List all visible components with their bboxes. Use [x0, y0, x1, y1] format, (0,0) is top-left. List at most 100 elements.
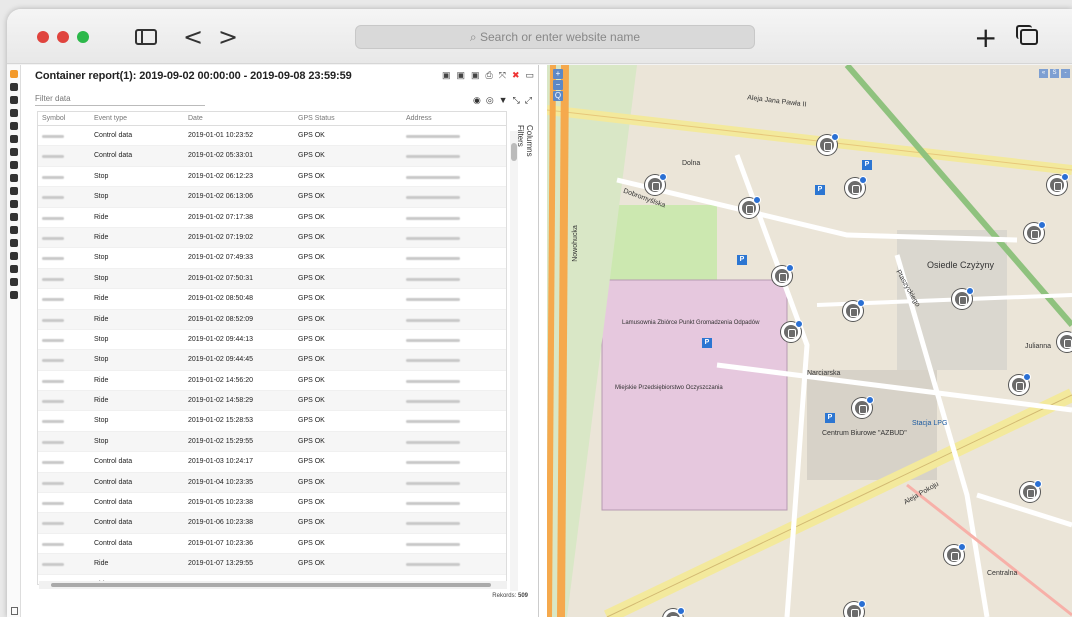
container-marker[interactable]: [952, 287, 974, 309]
layer-minus-button[interactable]: -: [1061, 69, 1070, 78]
zoom-out-button[interactable]: −: [553, 80, 563, 90]
table-horizontal-scrollbar[interactable]: [39, 581, 507, 589]
column-event-type[interactable]: Event type: [90, 112, 184, 125]
filters-tab[interactable]: Filters: [516, 125, 525, 157]
vehicles-icon[interactable]: [9, 83, 18, 91]
print-icon[interactable]: ⎙: [486, 70, 493, 81]
wrench-icon[interactable]: [9, 174, 18, 182]
back-button[interactable]: <: [183, 23, 203, 51]
container-marker[interactable]: [944, 543, 966, 565]
briefcase-icon[interactable]: [9, 135, 18, 143]
collapse-icon[interactable]: ⤡: [513, 95, 520, 106]
column-date[interactable]: Date: [184, 112, 294, 125]
document-icon[interactable]: [9, 109, 18, 117]
column-symbol[interactable]: Symbol: [38, 112, 90, 125]
container-marker[interactable]: [739, 196, 761, 218]
container-marker[interactable]: [1020, 480, 1042, 502]
new-tab-button[interactable]: +: [974, 21, 997, 54]
id-card-icon[interactable]: [9, 200, 18, 208]
expand-icon[interactable]: ⤢: [525, 95, 532, 106]
table-row[interactable]: x Ride 2019-01-02 07:19:02 GPS OK x: [38, 227, 506, 249]
zoom-in-button[interactable]: +: [553, 69, 563, 79]
date-cell: 2019-01-02 09:44:13: [188, 335, 253, 343]
fullscreen-icon[interactable]: ⤧: [499, 70, 506, 81]
table-row[interactable]: x Control data 2019-01-03 10:24:17 GPS OK x: [38, 452, 506, 473]
truck-icon[interactable]: [9, 122, 18, 130]
eye-off-icon[interactable]: ◎: [486, 95, 494, 106]
report-icon[interactable]: [11, 607, 18, 615]
table-row[interactable]: x Control data 2019-01-02 05:33:01 GPS OK x: [38, 146, 506, 167]
export-pdf-icon[interactable]: ▣: [471, 70, 480, 81]
table-row[interactable]: x Stop 2019-01-02 15:29:55 GPS OK x: [38, 431, 506, 453]
address-bar[interactable]: ⌕ Search or enter website name: [355, 25, 755, 49]
close-icon[interactable]: ✖: [512, 70, 520, 81]
event-type-cell: Control data: [94, 132, 133, 139]
sidebar-toggle-icon[interactable]: [135, 29, 157, 45]
table-row[interactable]: x Control data 2019-01-06 10:23:38 GPS OK x: [38, 513, 506, 534]
minimize-window-button[interactable]: [57, 31, 69, 43]
container-marker[interactable]: [817, 133, 839, 155]
layer-s-button[interactable]: S: [1050, 69, 1059, 78]
address-cell: x: [402, 371, 502, 390]
table-row[interactable]: x Ride 2019-01-02 08:52:09 GPS OK x: [38, 309, 506, 330]
table-row[interactable]: x Ride 2019-01-07 13:29:55 GPS OK x: [38, 554, 506, 575]
star-icon[interactable]: [9, 213, 18, 221]
container-marker[interactable]: [852, 396, 874, 418]
street-label: Nowohucka: [571, 225, 579, 262]
container-marker[interactable]: [645, 173, 667, 195]
table-row[interactable]: x Control data 2019-01-07 10:23:36 GPS OK x: [38, 534, 506, 555]
container-marker[interactable]: [772, 264, 794, 286]
container-marker[interactable]: [845, 176, 867, 198]
container-marker[interactable]: [843, 299, 865, 321]
table-row[interactable]: x Stop 2019-01-02 09:44:13 GPS OK x: [38, 330, 506, 351]
settings-icon[interactable]: [9, 252, 18, 260]
table-row[interactable]: x Control data 2019-01-05 10:23:38 GPS OK x: [38, 493, 506, 514]
key-icon[interactable]: [9, 265, 18, 273]
trash-icon[interactable]: [9, 148, 18, 156]
container-marker[interactable]: [781, 320, 803, 342]
column-gps-status[interactable]: GPS Status: [294, 112, 402, 125]
zoom-window-button[interactable]: [77, 31, 89, 43]
table-row[interactable]: x Ride 2019-01-02 14:56:20 GPS OK x: [38, 371, 506, 392]
table-row[interactable]: x Stop 2019-01-02 06:12:23 GPS OK x: [38, 167, 506, 188]
table-row[interactable]: x Stop 2019-01-02 07:50:31 GPS OK x: [38, 268, 506, 290]
column-address[interactable]: Address: [402, 112, 502, 125]
app-left-toolbar: [7, 65, 21, 617]
mail-icon[interactable]: [9, 161, 18, 169]
table-row[interactable]: x Ride 2019-01-02 14:58:29 GPS OK x: [38, 391, 506, 412]
table-row[interactable]: x Stop 2019-01-02 09:44:45 GPS OK x: [38, 350, 506, 371]
eye-icon[interactable]: ◉: [473, 95, 481, 106]
container-marker[interactable]: [1047, 173, 1069, 195]
calendar-icon[interactable]: [9, 239, 18, 247]
table-vertical-scrollbar[interactable]: [510, 131, 518, 591]
table-row[interactable]: x Ride 2019-01-02 08:50:48 GPS OK x: [38, 289, 506, 310]
layer-collapse-button[interactable]: «: [1039, 69, 1048, 78]
forward-button[interactable]: >: [218, 23, 238, 51]
table-row[interactable]: x Control data 2019-01-01 10:23:52 GPS OK x: [38, 126, 506, 147]
map-search-button[interactable]: Q: [553, 91, 563, 101]
chat-icon[interactable]: [9, 226, 18, 234]
table-row[interactable]: x Ride 2019-01-02 07:17:38 GPS OK x: [38, 208, 506, 228]
table-row[interactable]: x Stop 2019-01-02 06:13:06 GPS OK x: [38, 187, 506, 208]
container-marker[interactable]: [663, 607, 685, 617]
table-row[interactable]: x Control data 2019-01-04 10:23:35 GPS OK x: [38, 472, 506, 494]
tab-overview-icon[interactable]: [1016, 25, 1038, 45]
container-marker[interactable]: [1009, 373, 1031, 395]
map-view[interactable]: + − Q « S - Aleja Jana Pawła II Dolna Do…: [547, 65, 1072, 617]
columns-tab[interactable]: Columns: [525, 125, 534, 157]
container-marker[interactable]: [1057, 330, 1072, 352]
maximize-icon[interactable]: ▭: [525, 70, 534, 81]
globe-icon[interactable]: [9, 291, 18, 299]
filter-input[interactable]: Filter data: [35, 94, 205, 106]
sliders-icon[interactable]: [9, 187, 18, 195]
container-marker[interactable]: [1024, 221, 1046, 243]
container-marker[interactable]: [844, 600, 866, 617]
close-window-button[interactable]: [37, 31, 49, 43]
export-csv-icon[interactable]: ▣: [442, 70, 451, 81]
table-row[interactable]: x Stop 2019-01-02 15:28:53 GPS OK x: [38, 411, 506, 432]
export-xls-icon[interactable]: ▣: [457, 70, 466, 81]
funnel-icon[interactable]: ▼: [499, 95, 508, 106]
table-row[interactable]: x Stop 2019-01-02 07:49:33 GPS OK x: [38, 248, 506, 269]
info-icon[interactable]: [9, 96, 18, 104]
user-icon[interactable]: [9, 278, 18, 286]
